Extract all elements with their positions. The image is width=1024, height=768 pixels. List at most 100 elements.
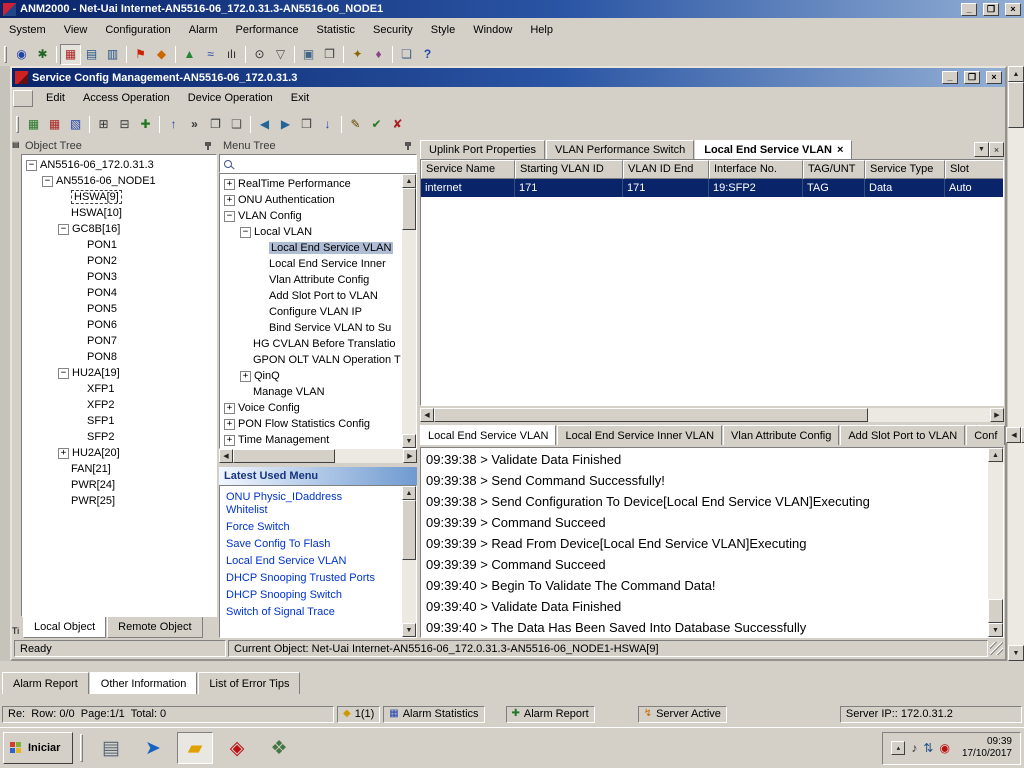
tree-item[interactable]: SFP2 <box>22 429 216 445</box>
insert-row-icon[interactable]: ⊞ <box>93 114 114 135</box>
column-header[interactable]: Interface No. <box>709 160 803 179</box>
volume-tray-icon[interactable]: ♪ <box>911 741 917 755</box>
expander-icon[interactable]: + <box>224 179 235 190</box>
tree-item[interactable]: PON1 <box>22 237 216 253</box>
menu-device-operation[interactable]: Device Operation <box>179 87 282 110</box>
latest-used-link[interactable]: Switch of Signal Trace <box>220 604 380 621</box>
alert-tray-icon[interactable]: ◉ <box>939 741 949 755</box>
tree-item[interactable]: +Voice Config <box>220 400 416 416</box>
tree-item[interactable]: PON8 <box>22 349 216 365</box>
menu-access-operation[interactable]: Access Operation <box>74 87 179 110</box>
tree-item[interactable]: PON3 <box>22 269 216 285</box>
scroll-down-icon[interactable]: ▼ <box>988 623 1003 637</box>
scroll-track[interactable] <box>434 408 990 422</box>
scroll-thumb[interactable] <box>233 449 335 463</box>
menu-tree-hscrollbar[interactable]: ◀ ▶ <box>219 449 417 463</box>
performance-icon[interactable]: ▲ <box>179 44 200 65</box>
tree-item-selected[interactable]: Local End Service VLAN <box>220 240 416 256</box>
menubar-grip[interactable] <box>13 90 33 107</box>
table-hscrollbar[interactable]: ◀ ▶ <box>420 408 1004 422</box>
new-table-icon[interactable]: ▧ <box>65 114 86 135</box>
expander-icon[interactable]: + <box>224 419 235 430</box>
scroll-left-icon[interactable]: ◀ <box>420 408 434 422</box>
tree-item[interactable]: +HU2A[20] <box>22 445 216 461</box>
tree-item[interactable]: −GC8B[16] <box>22 221 216 237</box>
scroll-thumb[interactable] <box>434 408 868 422</box>
tab-vlan-performance-switch[interactable]: VLAN Performance Switch <box>546 140 694 159</box>
dock-panel-icon[interactable]: ▤ <box>12 140 20 149</box>
scroll-track[interactable] <box>233 449 403 463</box>
subtab-local-end-service-inner-vlan[interactable]: Local End Service Inner VLAN <box>557 425 722 445</box>
log-scrollbar[interactable]: ▲ ▼ <box>988 448 1003 637</box>
network-config-icon[interactable]: ◉ <box>11 44 32 65</box>
column-header[interactable]: Service Name <box>421 160 515 179</box>
realtime-curve-icon[interactable]: ≈ <box>200 44 221 65</box>
tree-item[interactable]: PON7 <box>22 333 216 349</box>
menu-security[interactable]: Security <box>364 19 422 42</box>
tree-item[interactable]: +PON Flow Statistics Config <box>220 416 416 432</box>
status-alarm-report[interactable]: ✚Alarm Report <box>506 706 595 723</box>
expander-icon[interactable]: − <box>42 176 53 187</box>
tab-close-icon[interactable]: × <box>837 144 843 156</box>
child-close-button[interactable]: × <box>986 71 1002 84</box>
alarm-browse-icon[interactable]: ⚑ <box>130 44 151 65</box>
tree-item[interactable]: Manage VLAN <box>220 384 416 400</box>
add-icon[interactable]: ✚ <box>135 114 156 135</box>
scroll-down-icon[interactable]: ▼ <box>402 434 416 448</box>
menu-performance[interactable]: Performance <box>227 19 308 42</box>
filter-icon[interactable]: ▽ <box>270 44 291 65</box>
history-alarm-icon[interactable]: ◆ <box>151 44 172 65</box>
column-header[interactable]: TAG/UNT <box>803 160 865 179</box>
tree-item[interactable]: +Time Management <box>220 432 416 448</box>
tree-item-selected[interactable]: HSWA[9] <box>22 189 216 205</box>
expander-icon[interactable]: + <box>224 403 235 414</box>
scroll-up-icon[interactable]: ▲ <box>988 448 1003 462</box>
scroll-left-icon[interactable]: ◀ <box>219 449 233 463</box>
menu-tree-scrollbar[interactable]: ▲ ▼ <box>402 174 416 448</box>
subtab-local-end-service-vlan[interactable]: Local End Service VLAN <box>420 425 556 445</box>
close-button[interactable]: × <box>1005 3 1021 16</box>
scroll-track[interactable] <box>988 462 1003 623</box>
upload-icon[interactable]: ↑ <box>163 114 184 135</box>
print-table-icon[interactable]: ❒ <box>296 114 317 135</box>
scroll-thumb[interactable] <box>402 188 416 230</box>
tab-alarm-report[interactable]: Alarm Report <box>2 672 89 694</box>
device-list-icon[interactable]: ▥ <box>102 44 123 65</box>
dock-panel-label[interactable]: Ti <box>12 626 19 636</box>
tree-item[interactable]: HSWA[10] <box>22 205 216 221</box>
menu-edit[interactable]: Edit <box>37 87 74 110</box>
tree-item[interactable]: −VLAN Config <box>220 208 416 224</box>
anm2000-app-icon[interactable]: ◈ <box>219 732 255 764</box>
tab-close-all-icon[interactable]: × <box>989 142 1004 157</box>
expander-icon[interactable]: − <box>58 368 69 379</box>
help-icon[interactable]: ? <box>417 44 438 65</box>
user-manage-icon[interactable]: ✦ <box>347 44 368 65</box>
batch-config-icon[interactable]: » <box>184 114 205 135</box>
tree-item[interactable]: +ONU Authentication <box>220 192 416 208</box>
service-config-icon[interactable]: ▦ <box>60 44 81 65</box>
status-alarm-statistics[interactable]: ▦Alarm Statistics <box>383 706 484 723</box>
table-row-selected[interactable]: internet 171 171 19:SFP2 TAG Data Auto <box>421 179 1003 197</box>
validate-icon[interactable]: ✔ <box>366 114 387 135</box>
clear-table-icon[interactable]: ▦ <box>44 114 65 135</box>
menu-configuration[interactable]: Configuration <box>96 19 179 42</box>
scroll-up-icon[interactable]: ▲ <box>402 174 416 188</box>
scroll-thumb[interactable] <box>1008 82 1024 128</box>
print-icon[interactable]: ❒ <box>319 44 340 65</box>
tree-item[interactable]: Add Slot Port to VLAN <box>220 288 416 304</box>
expander-icon[interactable]: + <box>224 195 235 206</box>
menu-view[interactable]: View <box>55 19 97 42</box>
scroll-up-icon[interactable]: ▲ <box>402 486 416 500</box>
latest-used-link[interactable]: DHCP Snooping Trusted Ports <box>220 570 380 587</box>
column-header[interactable]: Service Type <box>865 160 945 179</box>
mdi-scrollbar[interactable]: ▲ ▼ <box>1008 66 1024 661</box>
tree-item[interactable]: −AN5516-06_NODE1 <box>22 173 216 189</box>
menu-alarm[interactable]: Alarm <box>180 19 227 42</box>
menu-style[interactable]: Style <box>422 19 464 42</box>
column-header[interactable]: Starting VLAN ID <box>515 160 623 179</box>
file-explorer-app-icon[interactable]: ▰ <box>177 732 213 764</box>
select-table-icon[interactable]: ▦ <box>23 114 44 135</box>
pin-icon[interactable] <box>404 142 413 151</box>
export-icon[interactable]: ↓ <box>317 114 338 135</box>
menu-statistic[interactable]: Statistic <box>308 19 365 42</box>
